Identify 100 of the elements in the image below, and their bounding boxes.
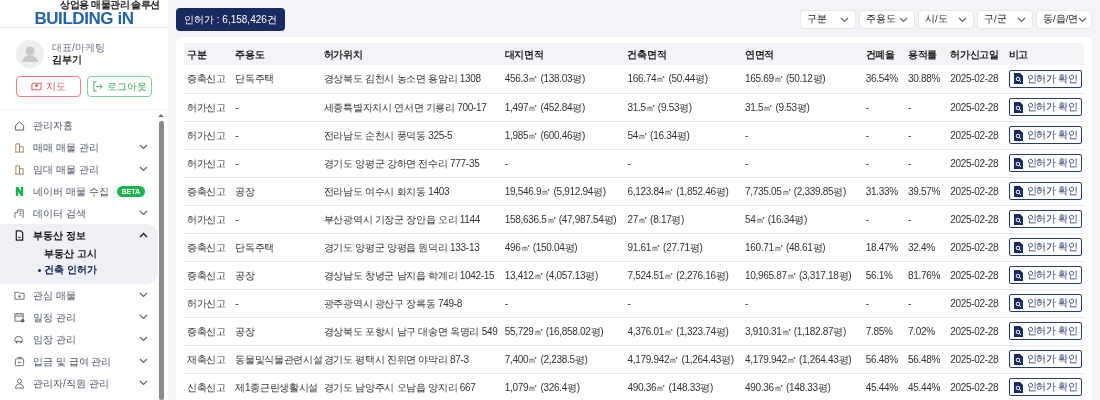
permit-check-button[interactable]: 인허가 확인 xyxy=(1008,294,1083,312)
table-cell: 1,497㎡ (452.84평) xyxy=(501,93,625,121)
sidebar-item-label[interactable]: 임장 관리 xyxy=(33,331,76,347)
expand-chevron-icon[interactable] xyxy=(139,380,148,386)
document-search-icon xyxy=(1013,381,1023,393)
permit-check-button[interactable]: 인허가 확인 xyxy=(1008,69,1083,88)
column-header: 건축면적 xyxy=(624,43,743,65)
table-cell: 456.3㎡ (138.03평) xyxy=(501,65,625,93)
sidebar-item-label[interactable]: 관심 매물 xyxy=(33,287,76,303)
table-cell: 전라남도 순천시 풍덕동 325-5 xyxy=(320,121,502,149)
filter-dropdown[interactable]: 구/군 xyxy=(977,10,1033,29)
permit-check-button[interactable]: 인허가 확인 xyxy=(1008,322,1083,340)
permit-check-button[interactable]: 인허가 확인 xyxy=(1008,210,1083,228)
table-cell: - xyxy=(742,149,863,177)
table-cell: 2025-02-28 xyxy=(947,261,1006,289)
expand-chevron-icon[interactable] xyxy=(139,336,148,342)
document-search-icon xyxy=(1013,129,1023,141)
filter-dropdown[interactable]: 시/도 xyxy=(918,10,974,29)
permit-check-button[interactable]: 인허가 확인 xyxy=(1008,154,1083,172)
document-search-icon xyxy=(1013,353,1023,365)
table-cell: 160.71㎡ (48.61평) xyxy=(742,233,863,261)
table-cell: 2025-02-28 xyxy=(947,65,1006,93)
table-cell: 세종특별자치시 연서면 기룡리 700-17 xyxy=(320,93,502,121)
permit-check-button[interactable]: 인허가 확인 xyxy=(1008,266,1083,284)
table-cell: 31.5㎡ (9.53평) xyxy=(742,93,863,121)
building-icon xyxy=(14,141,25,153)
expand-chevron-icon[interactable] xyxy=(139,292,148,298)
table-cell: 동물및식물관련시설 xyxy=(232,345,321,373)
column-header: 허가신고일 xyxy=(947,43,1006,65)
table-cell: 19,546.9㎡ (5,912.94평) xyxy=(501,177,625,205)
sidebar-item-label[interactable]: 매매 매물 관리 xyxy=(33,139,99,155)
table-cell: 31.5㎡ (9.53평) xyxy=(624,93,743,121)
table-cell: 공장 xyxy=(232,317,321,345)
table-cell: - xyxy=(501,289,625,317)
table-cell: - xyxy=(232,149,321,177)
table-cell: 56.1% xyxy=(862,261,905,289)
filter-dropdown[interactable]: 주용도 xyxy=(859,10,915,29)
table-cell: - xyxy=(904,205,948,233)
table-cell: 30.88% xyxy=(904,65,948,93)
table-cell: 허가신고 xyxy=(184,289,233,317)
table-cell: 2025-02-28 xyxy=(947,205,1006,233)
table-cell: 32.4% xyxy=(904,233,948,261)
submenu-item[interactable]: 부동산 고시 xyxy=(44,246,97,262)
table-cell: - xyxy=(862,205,905,233)
filter-dropdown[interactable]: 동/읍/면 xyxy=(1036,10,1092,29)
table-cell: 3,910.31㎡ (1,182.87평) xyxy=(742,317,863,345)
permit-count-badge: 인허가 : 6,158,426건 xyxy=(176,8,285,31)
expand-chevron-icon[interactable] xyxy=(139,166,148,172)
sidebar-item-label[interactable]: 네이버 매물 수집 xyxy=(33,183,109,199)
logo[interactable]: 상업용 매물관리 솔루션 BUILDING iN xyxy=(0,0,168,28)
table-cell: - xyxy=(862,289,905,317)
table-cell: 7.02% xyxy=(904,317,948,345)
table-cell: 재축신고 xyxy=(184,345,233,373)
filter-dropdown[interactable]: 구분 xyxy=(800,10,856,29)
permit-check-button[interactable]: 인허가 확인 xyxy=(1008,350,1083,368)
chevron-down-icon xyxy=(840,16,849,23)
sidebar-item-label[interactable]: 데이터 검색 xyxy=(33,205,86,221)
table-cell: 2025-02-28 xyxy=(947,289,1006,317)
scrollbar[interactable] xyxy=(158,114,164,400)
table-cell: 2025-02-28 xyxy=(947,233,1006,261)
table-cell: 54㎡ (16.34평) xyxy=(742,205,863,233)
home-icon xyxy=(14,119,25,131)
table-cell: 1,079㎡ (326.4평) xyxy=(501,373,625,400)
map-button[interactable]: 지도 xyxy=(16,76,81,97)
expand-chevron-icon[interactable] xyxy=(139,144,148,150)
table-cell: 56.48% xyxy=(904,345,948,373)
permit-check-button[interactable]: 인허가 확인 xyxy=(1008,378,1083,396)
sidebar-item-label[interactable]: 입금 및 급여 관리 xyxy=(33,353,112,369)
submenu-item[interactable]: 건축 인허가 xyxy=(44,262,97,278)
column-header: 대지면적 xyxy=(501,43,625,65)
expand-chevron-icon[interactable] xyxy=(139,210,148,216)
table-cell: 6,123.84㎡ (1,852.46평) xyxy=(624,177,743,205)
table-cell: 4,376.01㎡ (1,323.74평) xyxy=(624,317,743,345)
sidebar-item-label[interactable]: 임대 매물 관리 xyxy=(33,161,99,177)
naver-icon xyxy=(14,185,25,197)
collapse-chevron-icon[interactable] xyxy=(139,232,148,238)
permit-check-button[interactable]: 인허가 확인 xyxy=(1008,98,1083,116)
table-cell: - xyxy=(232,205,321,233)
document-icon xyxy=(14,229,25,241)
expand-chevron-icon[interactable] xyxy=(139,358,148,364)
permit-check-button[interactable]: 인허가 확인 xyxy=(1008,238,1083,256)
table-cell: 전라남도 여수시 화치동 1403 xyxy=(320,177,502,205)
table-cell: 91.61㎡ (27.71평) xyxy=(624,233,743,261)
document-search-icon xyxy=(1013,213,1023,225)
table-cell: 165.69㎡ (50.12평) xyxy=(742,65,863,93)
table-cell: 허가신고 xyxy=(184,149,233,177)
sidebar-item-label[interactable]: 관리자/직원 관리 xyxy=(33,375,109,391)
expand-chevron-icon[interactable] xyxy=(139,314,148,320)
table-cell: 경기도 양평군 강하면 전수리 777-35 xyxy=(320,149,502,177)
permit-check-button[interactable]: 인허가 확인 xyxy=(1008,182,1083,200)
table-cell: 증축신고 xyxy=(184,261,233,289)
person-icon xyxy=(14,377,25,389)
sidebar-item-label[interactable]: 부동산 정보 xyxy=(33,227,86,243)
table-cell: - xyxy=(232,121,321,149)
table-cell: 경기도 남양주시 오남읍 양지리 667 xyxy=(320,373,502,400)
column-header: 구분 xyxy=(184,43,233,65)
table-cell: 18.47% xyxy=(862,233,905,261)
sidebar-item-label[interactable]: 일정 관리 xyxy=(33,309,76,325)
permit-check-button[interactable]: 인허가 확인 xyxy=(1008,126,1083,144)
sidebar-item-label[interactable]: 관리자홈 xyxy=(33,117,73,133)
